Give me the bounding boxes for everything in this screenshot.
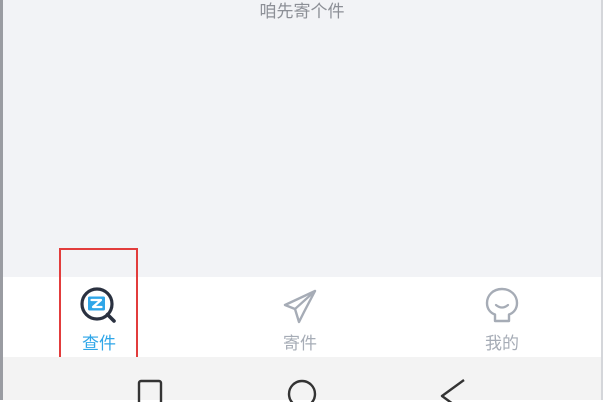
system-navigation-bar xyxy=(3,357,601,406)
search-parcel-icon xyxy=(79,286,119,330)
tab-track-parcel[interactable]: 查件 xyxy=(39,277,159,357)
home-icon[interactable] xyxy=(285,378,319,406)
user-profile-icon xyxy=(482,286,522,330)
bottom-tab-bar: 查件 寄件 我的 xyxy=(3,277,601,357)
tab-send-parcel-label: 寄件 xyxy=(283,334,317,354)
empty-state-hint: 咱先寄个件 xyxy=(259,2,345,22)
tab-my-profile-label: 我的 xyxy=(485,334,519,354)
tab-send-parcel[interactable]: 寄件 xyxy=(240,277,360,357)
tab-track-parcel-label: 查件 xyxy=(82,334,116,354)
back-icon[interactable] xyxy=(436,378,470,406)
paper-plane-icon xyxy=(280,286,320,330)
recent-apps-icon[interactable] xyxy=(136,378,164,406)
content-area: 咱先寄个件 xyxy=(3,0,601,277)
tab-my-profile[interactable]: 我的 xyxy=(442,277,562,357)
